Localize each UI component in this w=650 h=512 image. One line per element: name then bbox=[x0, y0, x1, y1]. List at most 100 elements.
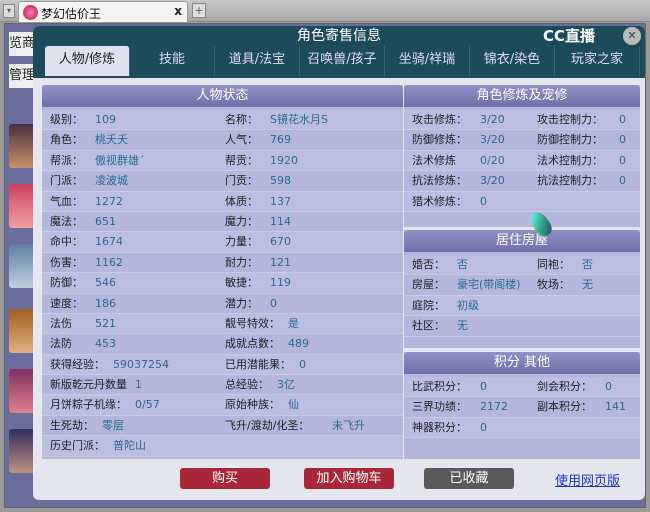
info-row: 门派： 凌波城 门贡： 598 bbox=[42, 171, 403, 192]
field-label: 气血： bbox=[50, 194, 83, 208]
info-row: 庭院： 初级 bbox=[404, 295, 640, 317]
field-value: 傲视群雄´ bbox=[95, 153, 145, 167]
tab-close-icon[interactable]: x bbox=[174, 4, 182, 18]
field-label: 防御修炼： bbox=[412, 133, 467, 147]
panel-header: 角色修炼及宠修 bbox=[404, 85, 640, 107]
field-label: 剑会积分： bbox=[537, 380, 592, 393]
field-value: 453 bbox=[95, 337, 116, 351]
field-label: 房屋： bbox=[412, 278, 445, 292]
field-label: 比武积分： bbox=[412, 380, 467, 393]
info-row: 比武积分： 0 剑会积分： 0 bbox=[404, 377, 640, 398]
field-value: 凌波城 bbox=[95, 174, 128, 188]
tab-pets[interactable]: 召唤兽/孩子 bbox=[300, 46, 385, 76]
field-value: 114 bbox=[270, 214, 291, 228]
field-value: 3/20 bbox=[480, 174, 505, 188]
field-value: 是 bbox=[288, 316, 299, 330]
field-value: 1920 bbox=[270, 153, 298, 167]
field-value: 598 bbox=[270, 174, 291, 188]
field-label: 总经验： bbox=[225, 378, 269, 392]
field-label: 庭院： bbox=[412, 298, 445, 312]
browser-tab[interactable]: 梦幻估价王 x bbox=[18, 1, 188, 22]
field-label: 角色： bbox=[50, 133, 83, 147]
field-value: 无 bbox=[457, 319, 468, 333]
field-label: 婚否： bbox=[412, 258, 445, 271]
field-label: 抗法修炼： bbox=[412, 174, 467, 188]
field-value: 2172 bbox=[480, 400, 508, 414]
field-label: 社区： bbox=[412, 319, 445, 333]
tab-bar: 人物/修炼 技能 道具/法宝 召唤兽/孩子 坐骑/祥瑞 锦衣/染色 玩家之家 bbox=[45, 46, 640, 76]
web-version-link[interactable]: 使用网页版 bbox=[555, 470, 620, 489]
field-value: 546 bbox=[95, 276, 116, 290]
tab-home[interactable]: 玩家之家 bbox=[555, 46, 640, 76]
field-label: 人气： bbox=[225, 133, 258, 147]
tab-list-dropdown[interactable]: ▾ bbox=[3, 4, 15, 18]
field-label: 命中： bbox=[50, 235, 83, 249]
info-row: 命中： 1674 力量： 670 bbox=[42, 232, 403, 253]
avatar[interactable] bbox=[9, 429, 35, 473]
status-panel: 人物状态 级别： 109 名称： S镜花水月S 角色： 桃夭夭 人气： 769 帮派： 傲视群雄´ 帮… bbox=[42, 85, 403, 459]
field-label: 法术修炼 bbox=[412, 153, 456, 167]
dialog-header: 角色寄售信息 CC直播 ✕ 人物/修炼 技能 道具/法宝 召唤兽/孩子 坐骑/祥… bbox=[33, 26, 645, 78]
field-value: 59037254 bbox=[113, 357, 169, 371]
field-label: 获得经验： bbox=[50, 357, 105, 371]
panel-header: 人物状态 bbox=[42, 85, 403, 107]
info-row: 月饼粽子机缘： 0/57 原始种族： 仙 bbox=[42, 395, 403, 416]
field-value: 0 bbox=[480, 420, 487, 434]
tab-items[interactable]: 道具/法宝 bbox=[215, 46, 300, 76]
avatar[interactable] bbox=[9, 184, 35, 228]
avatar[interactable] bbox=[9, 124, 35, 168]
field-label: 生死劫： bbox=[50, 418, 94, 432]
browser-tabbar: ▾ 梦幻估价王 x + bbox=[0, 0, 650, 22]
field-label: 潜力： bbox=[225, 296, 258, 310]
tab-outfits[interactable]: 锦衣/染色 bbox=[470, 46, 555, 76]
points-panel: 积分 其他 比武积分： 0 剑会积分： 0 三界功绩： 2172 副本积分： 141 神器积分： 0 bbox=[404, 352, 640, 459]
field-value: 1674 bbox=[95, 235, 123, 249]
info-row: 房屋： 豪宅(带阁楼) 牧场： 无 bbox=[404, 275, 640, 296]
new-tab-button[interactable]: + bbox=[192, 3, 206, 18]
panel-header: 居住房屋 bbox=[404, 230, 640, 252]
field-value: S镜花水月S bbox=[270, 113, 328, 126]
info-row: 社区： 无 bbox=[404, 316, 640, 337]
field-value: 1 bbox=[135, 378, 142, 392]
tab-title: 梦幻估价王 bbox=[41, 7, 102, 21]
field-label: 新版乾元丹数量 bbox=[50, 378, 127, 392]
info-row: 防御修炼： 3/20 防御控制力： 0 bbox=[404, 130, 640, 151]
field-value: 0 bbox=[619, 153, 626, 167]
field-value: 零层 bbox=[102, 418, 124, 432]
field-value: 0 bbox=[480, 194, 487, 208]
field-label: 敏捷： bbox=[225, 276, 258, 290]
field-value: 0 bbox=[299, 357, 306, 371]
add-to-cart-button[interactable]: 加入购物车 bbox=[304, 468, 394, 489]
close-icon[interactable]: ✕ bbox=[623, 27, 641, 45]
field-value: 1272 bbox=[95, 194, 123, 208]
field-value: 无 bbox=[582, 278, 593, 292]
field-value: 0 bbox=[480, 380, 487, 393]
field-label: 牧场： bbox=[537, 278, 570, 292]
field-label: 级别： bbox=[50, 113, 83, 126]
field-value: 否 bbox=[582, 258, 593, 271]
field-value: 0 bbox=[270, 296, 277, 310]
tab-skills[interactable]: 技能 bbox=[130, 46, 215, 76]
panel-header: 积分 其他 bbox=[404, 352, 640, 374]
avatar[interactable] bbox=[9, 369, 35, 413]
avatar[interactable] bbox=[9, 309, 35, 353]
buy-button[interactable]: 购买 bbox=[180, 468, 270, 489]
field-value: 3/20 bbox=[480, 133, 505, 147]
field-value: 0 bbox=[619, 174, 626, 188]
info-row: 神器积分： 0 bbox=[404, 417, 640, 439]
collected-button[interactable]: 已收藏 bbox=[424, 468, 514, 489]
field-value: 109 bbox=[95, 113, 116, 126]
field-label: 三界功绩： bbox=[412, 400, 467, 414]
field-value: 3亿 bbox=[277, 378, 295, 392]
info-row: 历史门派： 普陀山 bbox=[42, 436, 403, 457]
field-label: 防御： bbox=[50, 276, 83, 290]
info-row: 角色： 桃夭夭 人气： 769 bbox=[42, 130, 403, 151]
info-row: 防御： 546 敏捷： 119 bbox=[42, 273, 403, 294]
tab-character[interactable]: 人物/修炼 bbox=[45, 46, 130, 76]
tab-mounts[interactable]: 坐骑/祥瑞 bbox=[385, 46, 470, 76]
house-panel: 居住房屋 婚否：否同袍：否房屋： 豪宅(带阁楼) 牧场：无庭院： 初级 社区：无 bbox=[404, 230, 640, 348]
field-value: 未飞升 bbox=[332, 418, 365, 432]
field-label: 帮贡： bbox=[225, 153, 258, 167]
field-value: 3/20 bbox=[480, 113, 505, 126]
avatar[interactable] bbox=[9, 244, 35, 288]
